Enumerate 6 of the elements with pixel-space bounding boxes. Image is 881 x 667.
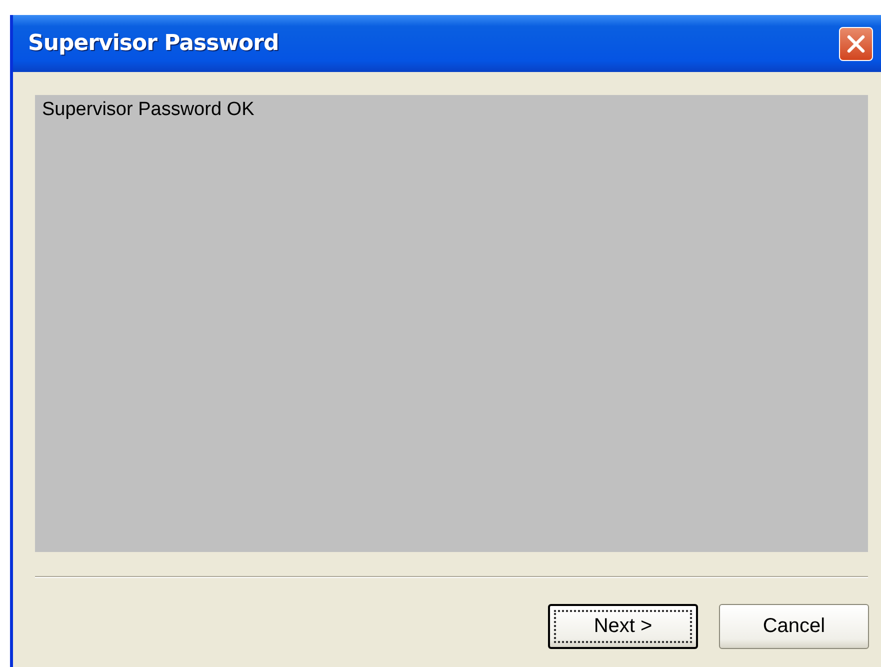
close-button[interactable] [839,27,873,61]
cancel-button[interactable]: Cancel [719,604,869,649]
next-button[interactable]: Next > [548,604,698,649]
close-icon [846,34,866,54]
message-text: Supervisor Password OK [42,99,254,120]
window-title: Supervisor Password [28,31,279,56]
